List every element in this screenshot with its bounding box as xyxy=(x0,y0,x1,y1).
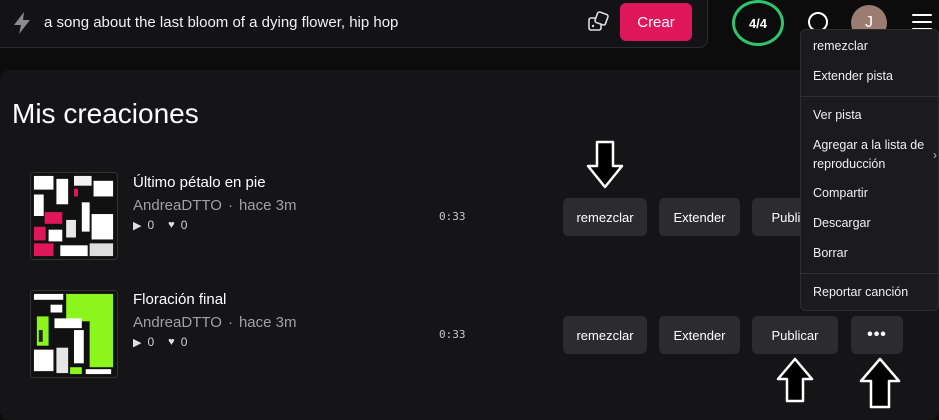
remix-button[interactable]: remezclar xyxy=(563,316,647,354)
remix-button[interactable]: remezclar xyxy=(563,198,647,236)
like-count: 0 xyxy=(180,335,188,349)
menu-item-add-to-playlist[interactable]: Agregar a la lista de reproducción xyxy=(813,136,931,174)
song-author[interactable]: AndreaDTTO xyxy=(133,314,222,331)
heart-icon: ♥ xyxy=(168,219,175,231)
song-stats: ▶ 0 ♥ 0 xyxy=(133,335,187,349)
extend-button[interactable]: Extender xyxy=(659,198,740,236)
song-meta: AndreaDTTO · hace 3m xyxy=(133,197,296,214)
menu-item-view-track[interactable]: Ver pista xyxy=(813,106,862,125)
lightning-icon xyxy=(14,12,30,34)
song-title[interactable]: Floración final xyxy=(133,291,226,308)
down-arrow-icon xyxy=(586,140,624,189)
menu-divider xyxy=(801,273,939,274)
up-arrow-icon xyxy=(859,357,901,409)
credits-indicator: 4/4 xyxy=(732,0,784,46)
chevron-right-icon: › xyxy=(933,148,937,162)
like-count: 0 xyxy=(180,218,188,232)
meta-separator: · xyxy=(227,314,233,331)
song-duration: 0:33 xyxy=(439,328,466,341)
menu-item-delete[interactable]: Borrar xyxy=(813,244,848,263)
menu-item-share[interactable]: Compartir xyxy=(813,184,868,203)
menu-item-remix[interactable]: remezclar xyxy=(813,37,868,56)
song-time-ago: hace 3m xyxy=(238,197,297,214)
section-title: Mis creaciones xyxy=(12,98,199,129)
prompt-bar[interactable]: a song about the last bloom of a dying f… xyxy=(0,0,708,48)
song-meta: AndreaDTTO · hace 3m xyxy=(133,314,296,331)
publish-button[interactable]: Publicar xyxy=(752,316,838,354)
song-duration: 0:33 xyxy=(439,210,466,223)
more-options-button[interactable]: ••• xyxy=(851,316,903,354)
menu-item-download[interactable]: Descargar xyxy=(813,214,871,233)
meta-separator: · xyxy=(227,197,233,214)
menu-item-extend-track[interactable]: Extender pista xyxy=(813,67,893,86)
play-count: 0 xyxy=(147,218,155,232)
song-time-ago: hace 3m xyxy=(238,314,297,331)
play-icon: ▶ xyxy=(133,219,142,232)
heart-icon: ♥ xyxy=(168,336,175,348)
up-arrow-icon xyxy=(776,357,814,403)
song-title[interactable]: Último pétalo en pie xyxy=(133,174,266,191)
song-cover[interactable] xyxy=(30,290,118,378)
dice-icon[interactable] xyxy=(587,11,609,33)
prompt-input[interactable]: a song about the last bloom of a dying f… xyxy=(44,14,398,31)
menu-item-report-song[interactable]: Reportar canción xyxy=(813,283,908,302)
song-author[interactable]: AndreaDTTO xyxy=(133,197,222,214)
extend-button[interactable]: Extender xyxy=(659,316,740,354)
play-icon: ▶ xyxy=(133,336,142,349)
song-cover[interactable] xyxy=(30,172,118,260)
create-button[interactable]: Crear xyxy=(620,3,692,41)
play-count: 0 xyxy=(147,335,155,349)
song-stats: ▶ 0 ♥ 0 xyxy=(133,218,187,232)
menu-divider xyxy=(801,96,939,97)
context-menu: remezclar Extender pista Ver pista Agreg… xyxy=(800,29,939,311)
